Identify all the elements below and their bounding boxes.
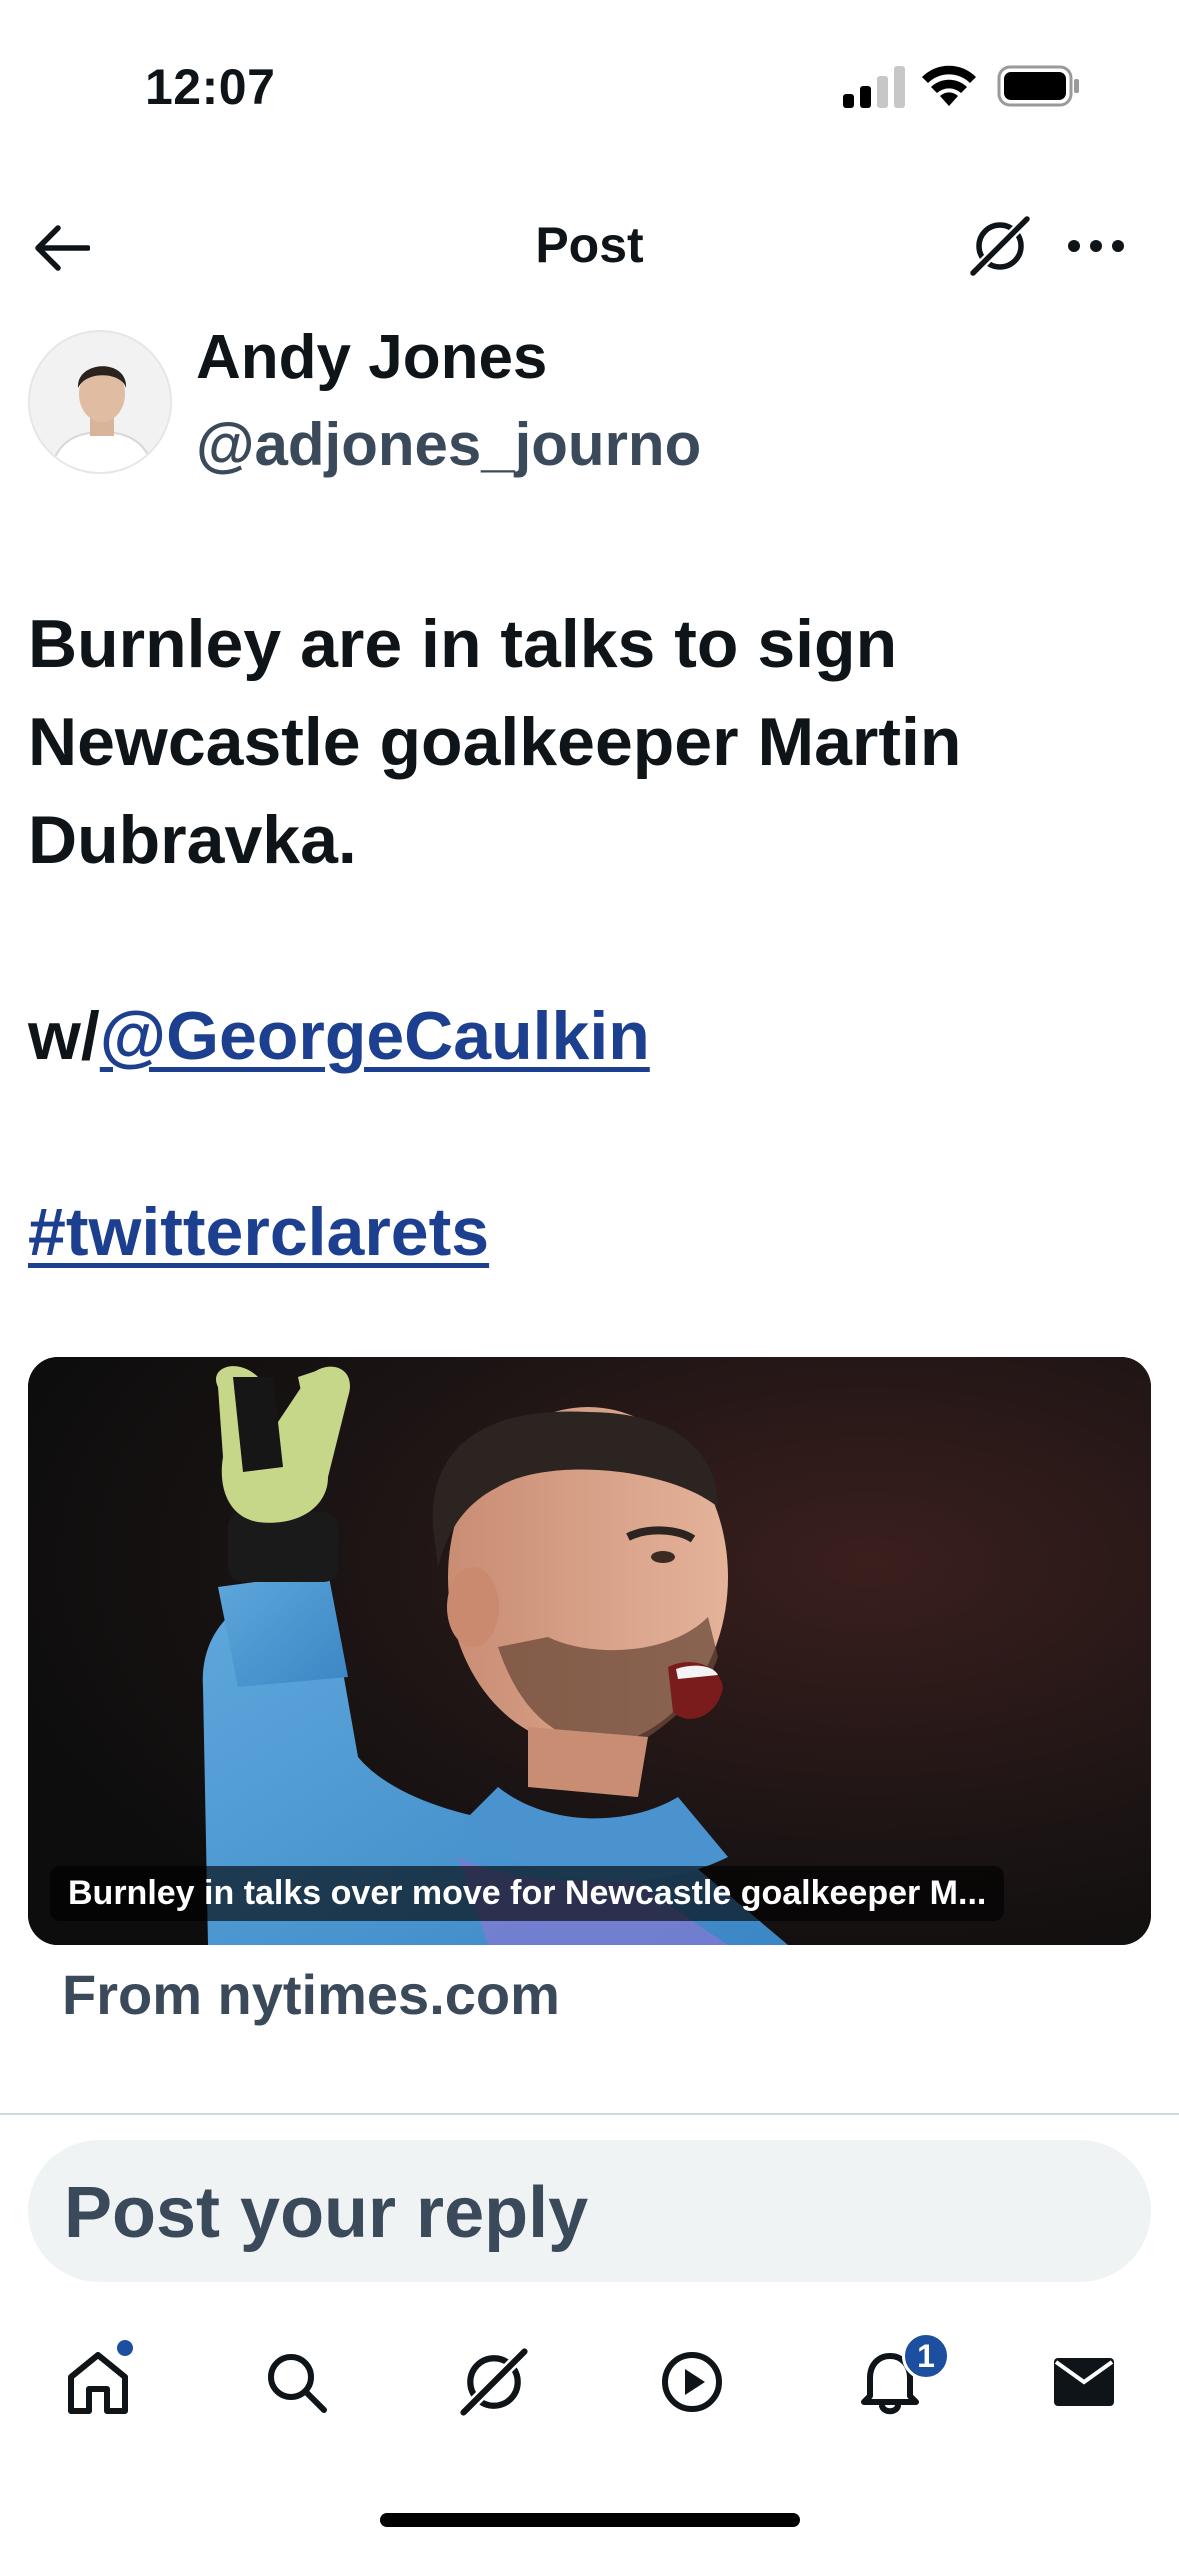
avatar[interactable] [28, 330, 172, 474]
more-horizontal-icon [1068, 240, 1124, 252]
post-text: Burnley are in talks to sign Newcastle g… [28, 595, 1148, 1281]
reply-input[interactable]: Post your reply [28, 2140, 1151, 2282]
card-caption: Burnley in talks over move for Newcastle… [50, 1866, 1005, 1921]
search-icon [268, 2354, 327, 2413]
tab-messages[interactable] [1044, 2342, 1124, 2422]
hashtag-link[interactable]: #twitterclarets [28, 1194, 489, 1270]
grok-icon [459, 2347, 529, 2417]
home-indicator[interactable] [380, 2513, 800, 2527]
card-source[interactable]: From nytimes.com [62, 1962, 560, 2027]
more-options-button[interactable] [1058, 208, 1134, 284]
divider [0, 2113, 1179, 2115]
video-icon [662, 2352, 722, 2412]
notification-badge: 1 [902, 2332, 950, 2380]
mention-prefix: w/ [28, 998, 100, 1074]
tab-search[interactable] [256, 2342, 336, 2422]
battery-icon [997, 65, 1079, 107]
mention-line: w/@GeorgeCaulkin [28, 987, 1148, 1085]
grok-button[interactable] [962, 208, 1038, 284]
tab-grok[interactable] [454, 2342, 534, 2422]
author-handle[interactable]: @adjones_journo [196, 410, 701, 479]
reply-placeholder: Post your reply [64, 2173, 589, 2253]
link-card[interactable]: Burnley in talks over move for Newcastle… [28, 1357, 1151, 1945]
tab-video[interactable] [652, 2342, 732, 2422]
post-text-line: Burnley are in talks to sign [28, 606, 898, 682]
card-image [28, 1357, 1151, 1945]
grok-icon [969, 215, 1031, 277]
status-bar: 12:07 [0, 0, 1179, 170]
mail-icon [1054, 2358, 1114, 2406]
wifi-icon [922, 65, 976, 106]
post-header: Post [0, 190, 1179, 300]
home-icon [68, 2352, 128, 2414]
post-text-line: Newcastle goalkeeper Martin [28, 704, 962, 780]
post-text-line: Dubravka. [28, 802, 357, 878]
cellular-signal-icon [843, 66, 905, 108]
mention-link[interactable]: @GeorgeCaulkin [100, 998, 650, 1074]
home-unread-dot [117, 2340, 133, 2356]
status-time: 12:07 [145, 59, 276, 115]
bottom-tab-bar [0, 2320, 1179, 2440]
author-name[interactable]: Andy Jones [196, 322, 547, 393]
